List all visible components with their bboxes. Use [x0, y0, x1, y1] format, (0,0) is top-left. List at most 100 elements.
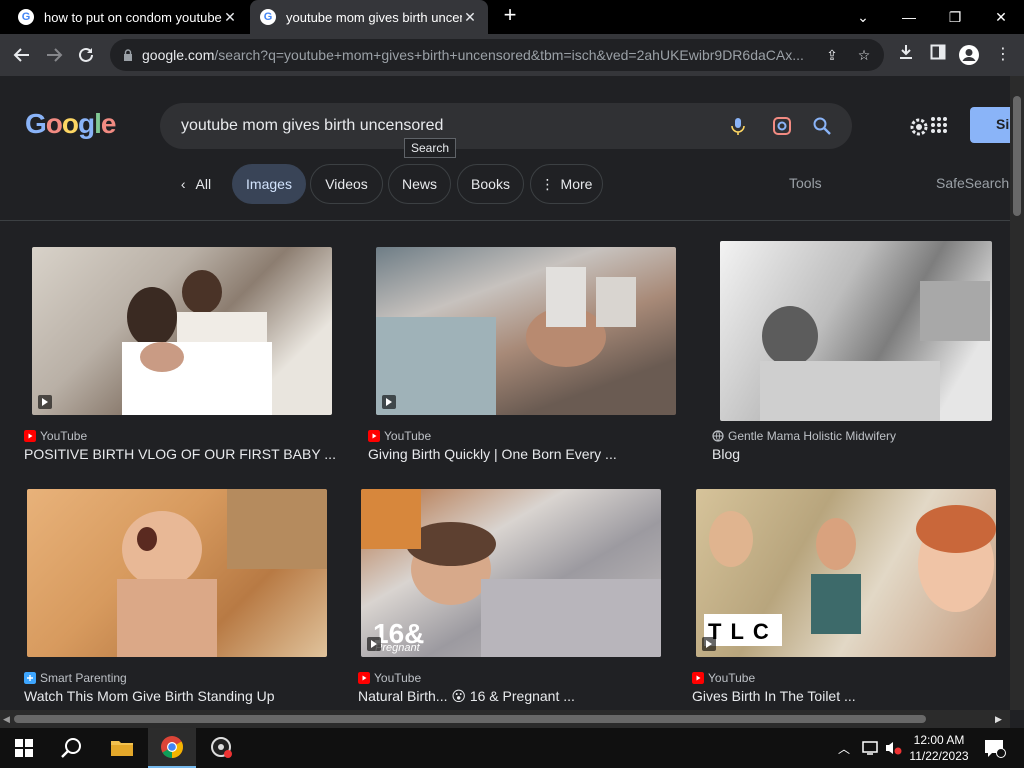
image-result[interactable]: Smart Parenting Watch This Mom Give Birt… [24, 489, 328, 710]
result-source-label: YouTube [708, 671, 756, 685]
search-icon[interactable] [812, 116, 832, 136]
url-text: google.com/search?q=youtube+mom+gives+bi… [142, 47, 812, 63]
result-caption[interactable]: Blog [712, 446, 740, 462]
bookmark-star-icon[interactable]: ☆ [856, 47, 872, 63]
result-caption[interactable]: Gives Birth In The Toilet ... [692, 688, 856, 704]
google-header: Google youtube mom gives birth uncensore… [0, 76, 1010, 221]
restore-button[interactable]: ❐ [932, 0, 978, 34]
chip-all-label: All [195, 176, 212, 192]
network-icon[interactable] [862, 740, 880, 756]
clock-time: 12:00 AM [913, 733, 965, 747]
new-tab-button[interactable]: + [498, 4, 522, 28]
result-source[interactable]: YouTube [692, 671, 755, 685]
search-tooltip: Search [404, 138, 457, 158]
video-play-icon [367, 637, 381, 651]
chip-more-label: More [560, 176, 593, 192]
image-result[interactable]: YouTube POSITIVE BIRTH VLOG OF OUR FIRST… [24, 247, 336, 467]
video-play-icon [38, 395, 52, 409]
show-hidden-icons-chevron-icon[interactable]: ︿ [838, 740, 850, 757]
taskbar-search-button[interactable] [48, 728, 96, 768]
search-icon [61, 738, 81, 758]
file-explorer-button[interactable] [98, 728, 146, 768]
chrome-taskbar-button[interactable] [148, 728, 196, 768]
reload-button[interactable] [70, 39, 102, 71]
chip-videos[interactable]: Videos [310, 164, 383, 204]
result-caption[interactable]: POSITIVE BIRTH VLOG OF OUR FIRST BABY ..… [24, 446, 336, 462]
tab-search-icon[interactable]: ⌄ [840, 0, 886, 34]
tab-birth-search[interactable]: G youtube mom gives birth uncens ✕ [250, 0, 488, 34]
more-dots-icon: ⋮ [540, 175, 555, 192]
notifications-icon[interactable] [984, 739, 1006, 759]
screen-recorder-icon [211, 737, 232, 758]
youtube-logo-icon [368, 430, 380, 442]
vertical-scroll-thumb[interactable] [1013, 96, 1021, 216]
safesearch-button[interactable]: SafeSearch [936, 175, 1009, 191]
horizontal-scroll-thumb[interactable] [14, 715, 926, 723]
result-thumbnail[interactable] [720, 241, 992, 421]
tlc-logo-text: TLC [708, 619, 778, 644]
scroll-right-arrow-icon[interactable]: ▶ [995, 714, 1002, 725]
close-window-button[interactable]: ✕ [978, 0, 1024, 34]
result-source[interactable]: YouTube [358, 671, 421, 685]
tab-condom-search[interactable]: G how to put on condom youtube ✕ [8, 0, 248, 34]
smart-parenting-logo-icon [24, 672, 36, 684]
start-button[interactable] [0, 728, 48, 768]
tab-strip: G how to put on condom youtube ✕ G youtu… [0, 0, 1024, 34]
download-icon[interactable] [895, 44, 917, 66]
result-caption[interactable]: Giving Birth Quickly | One Born Every ..… [368, 446, 617, 462]
mtv-pregnant-text: Pregnant [375, 642, 421, 654]
result-thumbnail[interactable]: TLC [696, 489, 996, 657]
address-bar[interactable]: google.com/search?q=youtube+mom+gives+bi… [110, 39, 884, 71]
result-caption[interactable]: Natural Birth... 😮 16 & Pregnant ... [358, 688, 575, 705]
image-result[interactable]: 16& Pregnant YouTube Natural Birth... 😮 … [358, 489, 662, 710]
result-thumbnail[interactable]: 16& Pregnant [361, 489, 661, 657]
result-caption[interactable]: Watch This Mom Give Birth Standing Up [24, 688, 275, 704]
google-doodle-logo[interactable]: Google [25, 108, 116, 140]
profile-avatar-icon[interactable] [958, 44, 980, 66]
chip-more[interactable]: ⋮ More [530, 164, 603, 204]
close-tab-icon[interactable]: ✕ [222, 9, 238, 26]
windows-taskbar: ︿ 12:00 AM 11/22/2023 [0, 728, 1024, 768]
google-favicon-icon: G [260, 9, 276, 25]
browser-toolbar: google.com/search?q=youtube+mom+gives+bi… [0, 34, 1024, 76]
chip-all[interactable]: ‹ All [168, 164, 224, 204]
result-source[interactable]: YouTube [24, 429, 87, 443]
image-results-grid: YouTube POSITIVE BIRTH VLOG OF OUR FIRST… [0, 222, 1010, 710]
screen: G how to put on condom youtube ✕ G youtu… [0, 0, 1024, 768]
scroll-left-arrow-icon[interactable]: ◀ [3, 714, 10, 725]
minimize-button[interactable]: — [886, 0, 932, 34]
chip-images[interactable]: Images [232, 164, 306, 204]
result-source[interactable]: Gentle Mama Holistic Midwifery [712, 429, 896, 443]
system-clock[interactable]: 12:00 AM 11/22/2023 [900, 732, 978, 764]
windows-logo-icon [15, 739, 33, 757]
forward-button[interactable] [38, 39, 70, 71]
tab-title: youtube mom gives birth uncens [286, 9, 462, 25]
recorder-taskbar-button[interactable] [198, 728, 246, 768]
result-thumbnail[interactable] [376, 247, 676, 415]
image-result[interactable]: TLC YouTube Gives Birth In The Toilet ..… [692, 489, 1000, 710]
result-thumbnail[interactable] [27, 489, 327, 657]
back-button[interactable] [6, 39, 38, 71]
close-tab-icon[interactable]: ✕ [462, 9, 478, 26]
horizontal-scrollbar[interactable]: ◀ ▶ [0, 710, 1010, 728]
settings-gear-icon[interactable] [908, 116, 930, 138]
menu-kebab-icon[interactable]: ⋮ [992, 44, 1014, 66]
share-icon[interactable]: ⇪ [824, 47, 840, 63]
chip-news[interactable]: News [388, 164, 451, 204]
youtube-logo-icon [358, 672, 370, 684]
tools-button[interactable]: Tools [789, 175, 822, 191]
image-result[interactable]: YouTube Giving Birth Quickly | One Born … [368, 247, 676, 467]
search-box[interactable]: youtube mom gives birth uncensored [160, 103, 852, 149]
result-source[interactable]: Smart Parenting [24, 671, 127, 685]
search-query-text: youtube mom gives birth uncensored [181, 117, 444, 134]
google-lens-icon[interactable] [772, 116, 792, 136]
result-thumbnail[interactable] [32, 247, 332, 415]
image-result[interactable]: Gentle Mama Holistic Midwifery Blog [712, 241, 1002, 467]
microphone-icon[interactable] [728, 116, 748, 136]
sign-in-button[interactable]: Si [970, 107, 1010, 143]
side-panel-icon[interactable] [927, 44, 949, 66]
apps-grid-icon[interactable] [930, 116, 948, 134]
chip-books[interactable]: Books [457, 164, 524, 204]
result-source[interactable]: YouTube [368, 429, 431, 443]
vertical-scrollbar[interactable] [1010, 76, 1024, 710]
